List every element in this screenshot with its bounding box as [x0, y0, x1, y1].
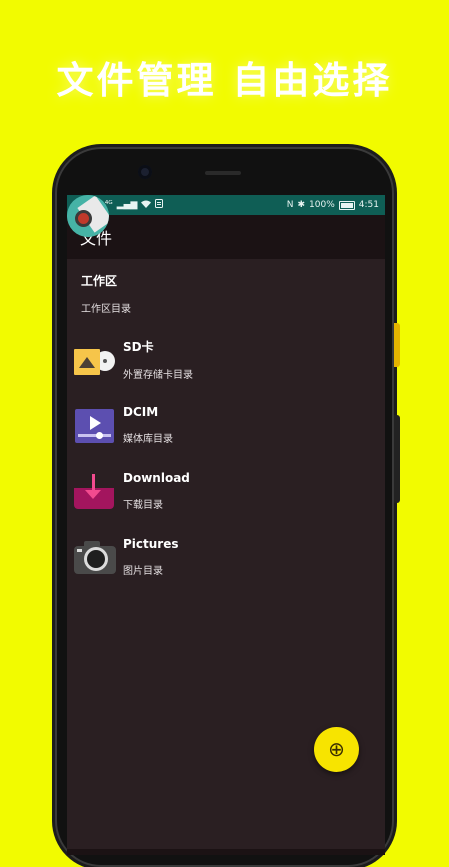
- add-fab-button[interactable]: ⊕: [314, 727, 359, 772]
- promo-headline: 文件管理 自由选择: [56, 59, 393, 102]
- phone-frame: HD ⁴ᴳ ▂▄▆ N ✱ 100% 4:51 文件: [55, 147, 400, 867]
- directory-list: 工作区 工作区目录 SD卡 外置存储卡目录 DCIM 媒体库目录 Downloa…: [67, 195, 385, 590]
- battery-icon: [338, 200, 355, 210]
- item-title: SD卡: [123, 339, 154, 354]
- bottom-edge: [67, 849, 385, 855]
- item-text: Download 下载目录: [123, 471, 190, 511]
- item-title: 工作区: [81, 273, 118, 288]
- list-item-dcim[interactable]: DCIM 媒体库目录: [67, 392, 385, 458]
- volume-button: [394, 415, 400, 503]
- item-title: Download: [123, 471, 190, 485]
- item-title: DCIM: [123, 405, 159, 419]
- item-subtitle: 媒体库目录: [123, 434, 173, 445]
- app-bar: 文件: [67, 215, 385, 259]
- list-item-pictures[interactable]: Pictures 图片目录: [67, 524, 385, 590]
- status-right: N ✱ 100% 4:51: [287, 200, 379, 210]
- phone-screen: HD ⁴ᴳ ▂▄▆ N ✱ 100% 4:51 文件: [67, 195, 385, 855]
- list-item-workspace[interactable]: 工作区 工作区目录: [67, 195, 385, 326]
- item-text: 工作区 工作区目录: [81, 272, 131, 315]
- power-button: [394, 323, 400, 367]
- notification-icon: [155, 199, 164, 211]
- camera-icon: [74, 536, 116, 578]
- item-subtitle: 外置存储卡目录: [123, 369, 193, 381]
- add-icon: ⊕: [328, 738, 345, 761]
- nfc-icon: N: [286, 199, 294, 210]
- status-time: 4:51: [358, 200, 379, 210]
- signal-icon: ▂▄▆: [116, 199, 138, 210]
- battery-percent: 100%: [309, 200, 335, 210]
- list-item-download[interactable]: Download 下载目录: [67, 458, 385, 524]
- sd-card-icon: [74, 338, 116, 380]
- status-bar: HD ⁴ᴳ ▂▄▆ N ✱ 100% 4:51: [67, 195, 385, 215]
- item-subtitle: 图片目录: [123, 566, 163, 577]
- item-text: Pictures 图片目录: [123, 537, 179, 577]
- media-icon: [74, 404, 116, 446]
- workspace-icon: [67, 195, 109, 237]
- download-icon: [74, 470, 116, 512]
- list-item-sd-card[interactable]: SD卡 外置存储卡目录: [67, 326, 385, 392]
- front-camera: [138, 165, 152, 179]
- wifi-icon: [141, 200, 152, 211]
- item-subtitle: 工作区目录: [81, 303, 131, 315]
- item-subtitle: 下载目录: [123, 500, 163, 511]
- bluetooth-icon: ✱: [297, 199, 306, 210]
- earpiece-speaker: [205, 171, 241, 175]
- item-text: SD卡 外置存储卡目录: [123, 338, 193, 381]
- item-text: DCIM 媒体库目录: [123, 405, 173, 445]
- item-title: Pictures: [123, 537, 179, 551]
